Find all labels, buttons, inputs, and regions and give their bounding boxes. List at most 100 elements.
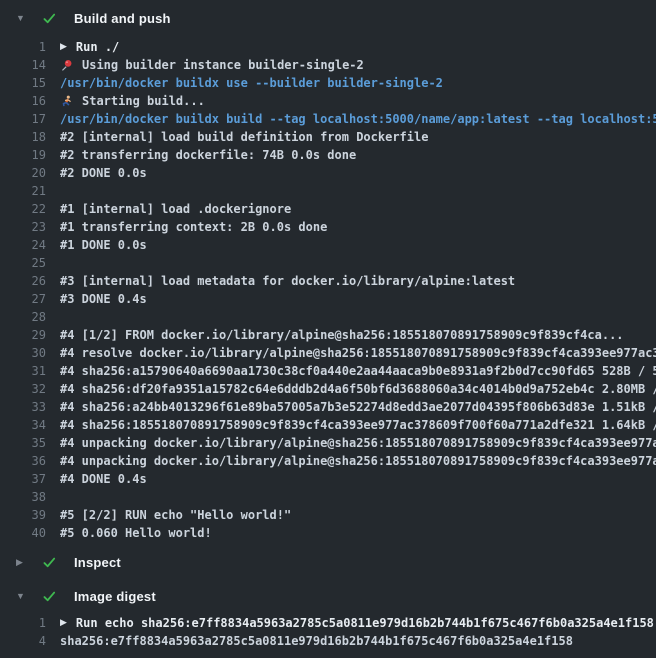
log-line: 4 sha256:e7ff8834a5963a2785c5a0811e979d16… xyxy=(0,632,656,650)
log-text: #1 [internal] load .dockerignore xyxy=(60,200,291,218)
section-inspect: ▶Inspect xyxy=(0,548,656,576)
log-line-content: #4 sha256:185518070891758909c9f839cf4ca3… xyxy=(60,416,656,434)
log-line: 23 #1 transferring context: 2B 0.0s done xyxy=(0,218,656,236)
play-triangle-icon[interactable]: ▶ xyxy=(60,38,67,56)
log-line: 27 #3 DONE 0.4s xyxy=(0,290,656,308)
section-label: Image digest xyxy=(74,589,156,604)
line-number[interactable]: 36 xyxy=(0,452,46,470)
chevron-right-icon[interactable]: ▶ xyxy=(16,548,30,576)
log-line: 34 #4 sha256:185518070891758909c9f839cf4c… xyxy=(0,416,656,434)
log-line-content: #5 0.060 Hello world! xyxy=(60,524,656,542)
line-number[interactable]: 22 xyxy=(0,200,46,218)
line-number[interactable]: 40 xyxy=(0,524,46,542)
log-line-content xyxy=(60,182,656,200)
log-line-content xyxy=(60,254,656,272)
line-number[interactable]: 33 xyxy=(0,398,46,416)
chevron-down-icon[interactable]: ▼ xyxy=(16,582,30,610)
log-text: /usr/bin/docker buildx build --tag local… xyxy=(60,110,656,128)
check-icon xyxy=(42,588,58,604)
log-line-content: #3 DONE 0.4s xyxy=(60,290,656,308)
log-group-toggle[interactable]: Run ./ xyxy=(76,38,119,56)
log-text: #4 DONE 0.4s xyxy=(60,470,147,488)
log-line: 39 #5 [2/2] RUN echo "Hello world!" xyxy=(0,506,656,524)
log-line-content: #4 resolve docker.io/library/alpine@sha2… xyxy=(60,344,656,362)
line-number[interactable]: 18 xyxy=(0,128,46,146)
line-number[interactable]: 34 xyxy=(0,416,46,434)
log-text: #2 transferring dockerfile: 74B 0.0s don… xyxy=(60,146,356,164)
log-text: #4 unpacking docker.io/library/alpine@sh… xyxy=(60,434,656,452)
line-number[interactable]: 4 xyxy=(0,632,46,650)
section-build-and-push: ▼ Build and push 1 ▶ Run ./ 14 Using builder i… xyxy=(0,4,656,542)
log-line-content: #4 sha256:a24bb4013296f61e89ba57005a7b3e… xyxy=(60,398,656,416)
section-label: Build and push xyxy=(74,11,171,26)
line-number[interactable]: 28 xyxy=(0,308,46,326)
line-number[interactable]: 24 xyxy=(0,236,46,254)
log-text: #1 DONE 0.0s xyxy=(60,236,147,254)
line-number[interactable]: 30 xyxy=(0,344,46,362)
log-line-content: ▶ Run echo sha256:e7ff8834a5963a2785c5a08… xyxy=(60,614,656,632)
play-triangle-icon[interactable]: ▶ xyxy=(60,614,67,632)
log-text: sha256:e7ff8834a5963a2785c5a0811e979d16b… xyxy=(60,632,573,650)
log-line-content: #5 [2/2] RUN echo "Hello world!" xyxy=(60,506,656,524)
log-line: 15/usr/bin/docker buildx use --builder b… xyxy=(0,74,656,92)
log-line-content: #1 [internal] load .dockerignore xyxy=(60,200,656,218)
log-text: #4 unpacking docker.io/library/alpine@sh… xyxy=(60,452,656,470)
log-line-content: #4 sha256:a15790640a6690aa1730c38cf0a440… xyxy=(60,362,656,380)
line-number[interactable]: 1 xyxy=(0,38,46,56)
section-header-image-digest[interactable]: ▼ Image digest xyxy=(0,582,656,610)
log-line: 24 #1 DONE 0.0s xyxy=(0,236,656,254)
log-line: 19 #2 transferring dockerfile: 74B 0.0s d… xyxy=(0,146,656,164)
log-line-content: #2 [internal] load build definition from… xyxy=(60,128,656,146)
log-line-content: #1 transferring context: 2B 0.0s done xyxy=(60,218,656,236)
log-line: 33 #4 sha256:a24bb4013296f61e89ba57005a7b… xyxy=(0,398,656,416)
section-log-image-digest: 1 ▶ Run echo sha256:e7ff8834a5963a2785c5a0… xyxy=(0,610,656,650)
line-number[interactable]: 23 xyxy=(0,218,46,236)
line-number[interactable]: 17 xyxy=(0,110,46,128)
line-number[interactable]: 27 xyxy=(0,290,46,308)
log-text: /usr/bin/docker buildx use --builder bui… xyxy=(60,74,443,92)
log-text: #4 sha256:a24bb4013296f61e89ba57005a7b3e… xyxy=(60,398,656,416)
log-group-toggle[interactable]: Run echo sha256:e7ff8834a5963a2785c5a081… xyxy=(76,614,654,632)
line-number[interactable]: 16 xyxy=(0,92,46,110)
log-text: #2 DONE 0.0s xyxy=(60,164,147,182)
log-text: Using builder instance builder-single-2 xyxy=(82,56,364,74)
line-number[interactable]: 35 xyxy=(0,434,46,452)
log-line: 1 ▶ Run echo sha256:e7ff8834a5963a2785c5a0… xyxy=(0,614,656,632)
line-number[interactable]: 1 xyxy=(0,614,46,632)
line-number[interactable]: 19 xyxy=(0,146,46,164)
line-number[interactable]: 26 xyxy=(0,272,46,290)
log-line: 35 #4 unpacking docker.io/library/alpine@… xyxy=(0,434,656,452)
log-text: #4 resolve docker.io/library/alpine@sha2… xyxy=(60,344,656,362)
log-line: 36 #4 unpacking docker.io/library/alpine@… xyxy=(0,452,656,470)
line-number[interactable]: 15 xyxy=(0,74,46,92)
line-number[interactable]: 21 xyxy=(0,182,46,200)
log-line-content: #1 DONE 0.0s xyxy=(60,236,656,254)
line-number[interactable]: 14 xyxy=(0,56,46,74)
chevron-down-icon[interactable]: ▼ xyxy=(16,4,30,32)
log-text: #2 [internal] load build definition from… xyxy=(60,128,428,146)
line-number[interactable]: 37 xyxy=(0,470,46,488)
check-icon xyxy=(42,554,58,570)
section-header-inspect[interactable]: ▶Inspect xyxy=(0,548,656,576)
log-text: #1 transferring context: 2B 0.0s done xyxy=(60,218,327,236)
line-number[interactable]: 38 xyxy=(0,488,46,506)
line-number[interactable]: 25 xyxy=(0,254,46,272)
log-line: 26#3 [internal] load metadata for docker… xyxy=(0,272,656,290)
log-line-content: #4 [1/2] FROM docker.io/library/alpine@s… xyxy=(60,326,656,344)
runner-icon xyxy=(60,94,75,108)
line-number[interactable]: 20 xyxy=(0,164,46,182)
log-line: 18 #2 [internal] load build definition fr… xyxy=(0,128,656,146)
log-text: #4 sha256:a15790640a6690aa1730c38cf0a440… xyxy=(60,362,656,380)
log-text: #5 0.060 Hello world! xyxy=(60,524,212,542)
line-number[interactable]: 29 xyxy=(0,326,46,344)
workflow-log-viewer: ▼Build and push1▶Run ./14Using builder i… xyxy=(0,4,656,650)
line-number[interactable]: 32 xyxy=(0,380,46,398)
log-line: 37 #4 DONE 0.4s xyxy=(0,470,656,488)
log-line-content: ▶ Run ./ xyxy=(60,38,656,56)
log-line-content: /usr/bin/docker buildx build --tag local… xyxy=(60,110,656,128)
line-number[interactable]: 31 xyxy=(0,362,46,380)
line-number[interactable]: 39 xyxy=(0,506,46,524)
log-line: 32#4 sha256:df20fa9351a15782c64e6dddb2d4… xyxy=(0,380,656,398)
log-line: 20 #2 DONE 0.0s xyxy=(0,164,656,182)
section-header-build-and-push[interactable]: ▼ Build and push xyxy=(0,4,656,32)
